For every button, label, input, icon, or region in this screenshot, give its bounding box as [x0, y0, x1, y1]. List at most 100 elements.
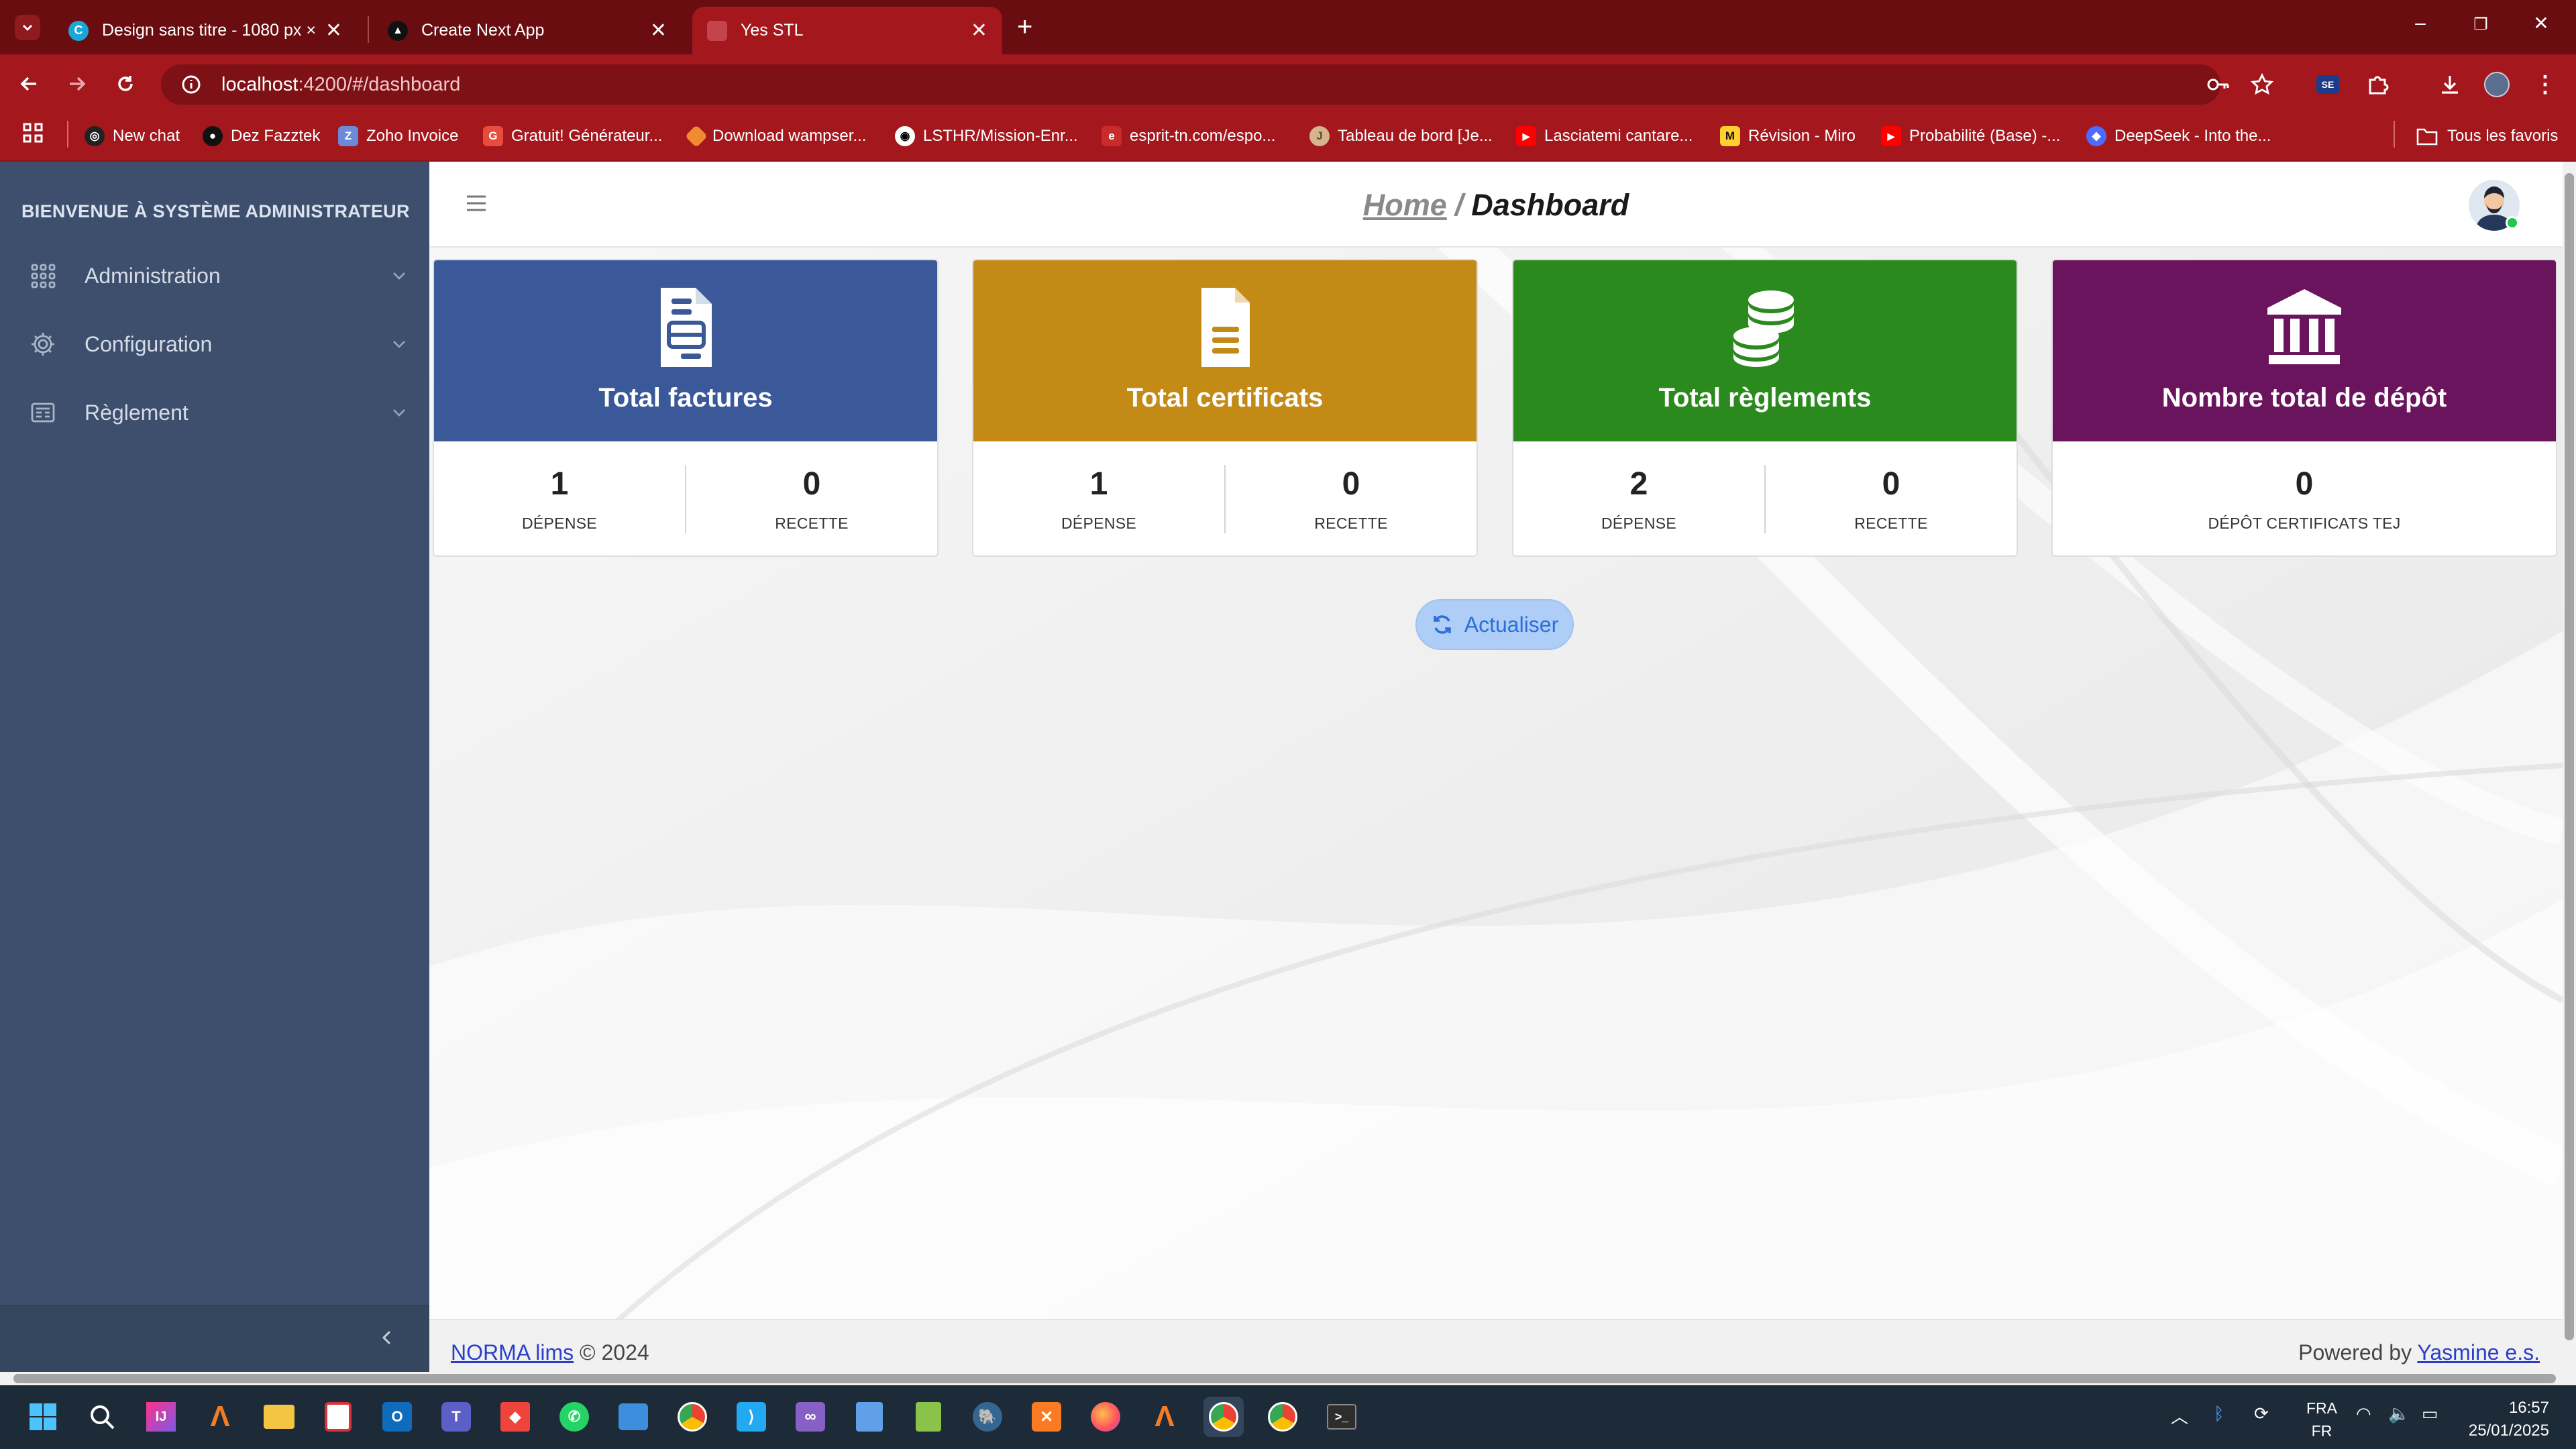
- bookmark-new-chat[interactable]: ◎ New chat: [85, 121, 180, 152]
- sidebar-item-configuration[interactable]: Configuration: [0, 311, 429, 378]
- sidebar-item-reglement[interactable]: Règlement: [0, 379, 429, 446]
- reload-icon: [118, 76, 133, 91]
- close-icon[interactable]: ✕: [971, 19, 987, 42]
- bluetooth-button[interactable]: ᛒ: [2214, 1403, 2224, 1424]
- taskbar-app-explorer[interactable]: [259, 1397, 299, 1437]
- sidebar-footer: [0, 1305, 429, 1372]
- github-icon: ◉: [895, 126, 915, 146]
- bookmark-lasciatemi[interactable]: ▶ Lasciatemi cantare...: [1516, 121, 1693, 152]
- snipping-tool-icon: [325, 1402, 352, 1432]
- yasmine-link[interactable]: Yasmine e.s.: [2417, 1340, 2540, 1364]
- extension-sb-button[interactable]: SE: [2313, 70, 2343, 99]
- search-button[interactable]: [82, 1397, 122, 1437]
- language-switcher[interactable]: FRA FR: [2306, 1397, 2337, 1442]
- bank-icon: [2267, 289, 2341, 364]
- tray-overflow-button[interactable]: ︿: [2171, 1403, 2188, 1428]
- bookmark-deepseek[interactable]: ◆ DeepSeek - Into the...: [2086, 121, 2271, 152]
- close-icon[interactable]: ✕: [325, 19, 342, 42]
- card-stats: 0 DÉPÔT CERTIFICATS TEJ: [2053, 441, 2556, 555]
- password-key-button[interactable]: [2203, 70, 2233, 99]
- minimize-button[interactable]: –: [2400, 12, 2440, 34]
- generator-icon: G: [483, 126, 503, 146]
- taskbar-app-visual-studio[interactable]: ∞: [790, 1397, 830, 1437]
- address-bar[interactable]: localhost:4200/#/dashboard: [161, 64, 2220, 105]
- reload-button[interactable]: [111, 70, 140, 98]
- norma-lims-link[interactable]: NORMA lims: [451, 1340, 574, 1364]
- windows-logo-icon: [30, 1403, 56, 1430]
- taskbar-app-terminal[interactable]: >_: [1322, 1397, 1362, 1437]
- taskbar-app-chrome[interactable]: [672, 1397, 712, 1437]
- page-footer: [429, 1319, 2563, 1372]
- tab-search-button[interactable]: [15, 15, 40, 40]
- bookmark-label: Download wampser...: [712, 127, 867, 145]
- extensions-button[interactable]: [2363, 70, 2392, 99]
- system-clock[interactable]: 16:57 25/01/2025: [2469, 1397, 2549, 1442]
- start-button[interactable]: [23, 1397, 63, 1437]
- taskbar-app-outlook[interactable]: O: [377, 1397, 417, 1437]
- stat-label: RECETTE: [775, 515, 849, 532]
- bookmark-github[interactable]: ◉ LSTHR/Mission-Enr...: [895, 121, 1078, 152]
- tab-yes-stl[interactable]: Yes STL ✕: [692, 7, 1002, 54]
- downloads-button[interactable]: [2435, 70, 2465, 99]
- sidebar-item-label: Règlement: [85, 400, 189, 425]
- bookmark-wampserver[interactable]: Download wampser...: [685, 121, 867, 152]
- bookmark-label: Révision - Miro: [1748, 127, 1856, 145]
- bookmark-label: esprit-tn.com/espo...: [1130, 127, 1276, 145]
- bookmark-dez-fazztek[interactable]: ● Dez Fazztek: [203, 121, 320, 152]
- apps-button[interactable]: [21, 121, 44, 144]
- stat-value: 1: [550, 466, 569, 502]
- forward-button[interactable]: [63, 70, 91, 98]
- refresh-button[interactable]: Actualiser: [1415, 599, 1574, 650]
- bookmark-probabilite[interactable]: ▶ Probabilité (Base) -...: [1881, 121, 2060, 152]
- profile-button[interactable]: [2482, 70, 2512, 99]
- taskbar-app-whatsapp[interactable]: ✆: [554, 1397, 594, 1437]
- taskbar-app-vscode[interactable]: ⟩: [731, 1397, 771, 1437]
- all-favorites-button[interactable]: Tous les favoris: [2416, 121, 2558, 152]
- taskbar-app-chrome-profile[interactable]: [1263, 1397, 1303, 1437]
- sidebar-item-administration[interactable]: Administration: [0, 242, 429, 309]
- browser-menu-button[interactable]: ⋮: [2530, 70, 2560, 99]
- taskbar-app-matlab-2[interactable]: Λ: [1144, 1397, 1185, 1437]
- bookmark-miro[interactable]: M Révision - Miro: [1720, 121, 1856, 152]
- taskbar-app-teams[interactable]: T: [436, 1397, 476, 1437]
- coins-icon: [1733, 290, 1794, 367]
- close-icon[interactable]: ✕: [650, 19, 667, 42]
- taskbar-app-firefox[interactable]: [1085, 1397, 1126, 1437]
- matlab-icon: Λ: [1155, 1400, 1175, 1433]
- card-title: Nombre total de dépôt: [2161, 383, 2447, 413]
- bookmark-star-button[interactable]: [2247, 70, 2277, 99]
- taskbar-app-chrome-active[interactable]: [1203, 1397, 1244, 1437]
- clock-time: 16:57: [2508, 1399, 2549, 1417]
- breadcrumb-home-link[interactable]: Home: [1363, 188, 1447, 222]
- taskbar-app-store[interactable]: [613, 1397, 653, 1437]
- breadcrumb: Home / Dashboard: [0, 188, 2576, 223]
- close-window-button[interactable]: ✕: [2521, 12, 2561, 34]
- sync-button[interactable]: ⟳: [2254, 1403, 2269, 1424]
- vertical-scrollbar-thumb[interactable]: [2565, 173, 2574, 1340]
- battery-button[interactable]: ▭: [2422, 1403, 2438, 1424]
- firefox-icon: [1091, 1402, 1120, 1432]
- taskbar-app-snipping[interactable]: [318, 1397, 358, 1437]
- bookmark-tableau-de-bord[interactable]: J Tableau de bord [Je...: [1309, 121, 1493, 152]
- volume-button[interactable]: 🔈: [2388, 1403, 2410, 1424]
- bookmark-esprit[interactable]: e esprit-tn.com/espo...: [1102, 121, 1275, 152]
- taskbar-app-matlab[interactable]: Λ: [200, 1397, 240, 1437]
- bookmark-zoho-invoice[interactable]: Z Zoho Invoice: [338, 121, 458, 152]
- network-button[interactable]: ◠: [2356, 1403, 2371, 1424]
- tab-label: Yes STL: [741, 21, 804, 40]
- tab-canva[interactable]: C Design sans titre - 1080 px × 1080 ✕: [54, 7, 357, 54]
- taskbar-app-anydesk[interactable]: ◆: [495, 1397, 535, 1437]
- back-button[interactable]: [15, 70, 43, 98]
- restore-button[interactable]: ❐: [2461, 15, 2501, 34]
- sidebar-item-label: Configuration: [85, 331, 213, 356]
- horizontal-scrollbar-thumb[interactable]: [13, 1374, 2556, 1383]
- taskbar-app-files[interactable]: [849, 1397, 890, 1437]
- taskbar-app-notepad[interactable]: [908, 1397, 949, 1437]
- bookmark-generateur[interactable]: G Gratuit! Générateur...: [483, 121, 662, 152]
- tab-next-app[interactable]: ▲ Create Next App ✕: [373, 7, 682, 54]
- taskbar-app-postgres[interactable]: 🐘: [967, 1397, 1008, 1437]
- new-tab-button[interactable]: +: [1017, 12, 1032, 42]
- taskbar-app-intellij[interactable]: IJ: [141, 1397, 181, 1437]
- taskbar-app-xampp[interactable]: ✕: [1026, 1397, 1067, 1437]
- collapse-sidebar-button[interactable]: [372, 1323, 402, 1352]
